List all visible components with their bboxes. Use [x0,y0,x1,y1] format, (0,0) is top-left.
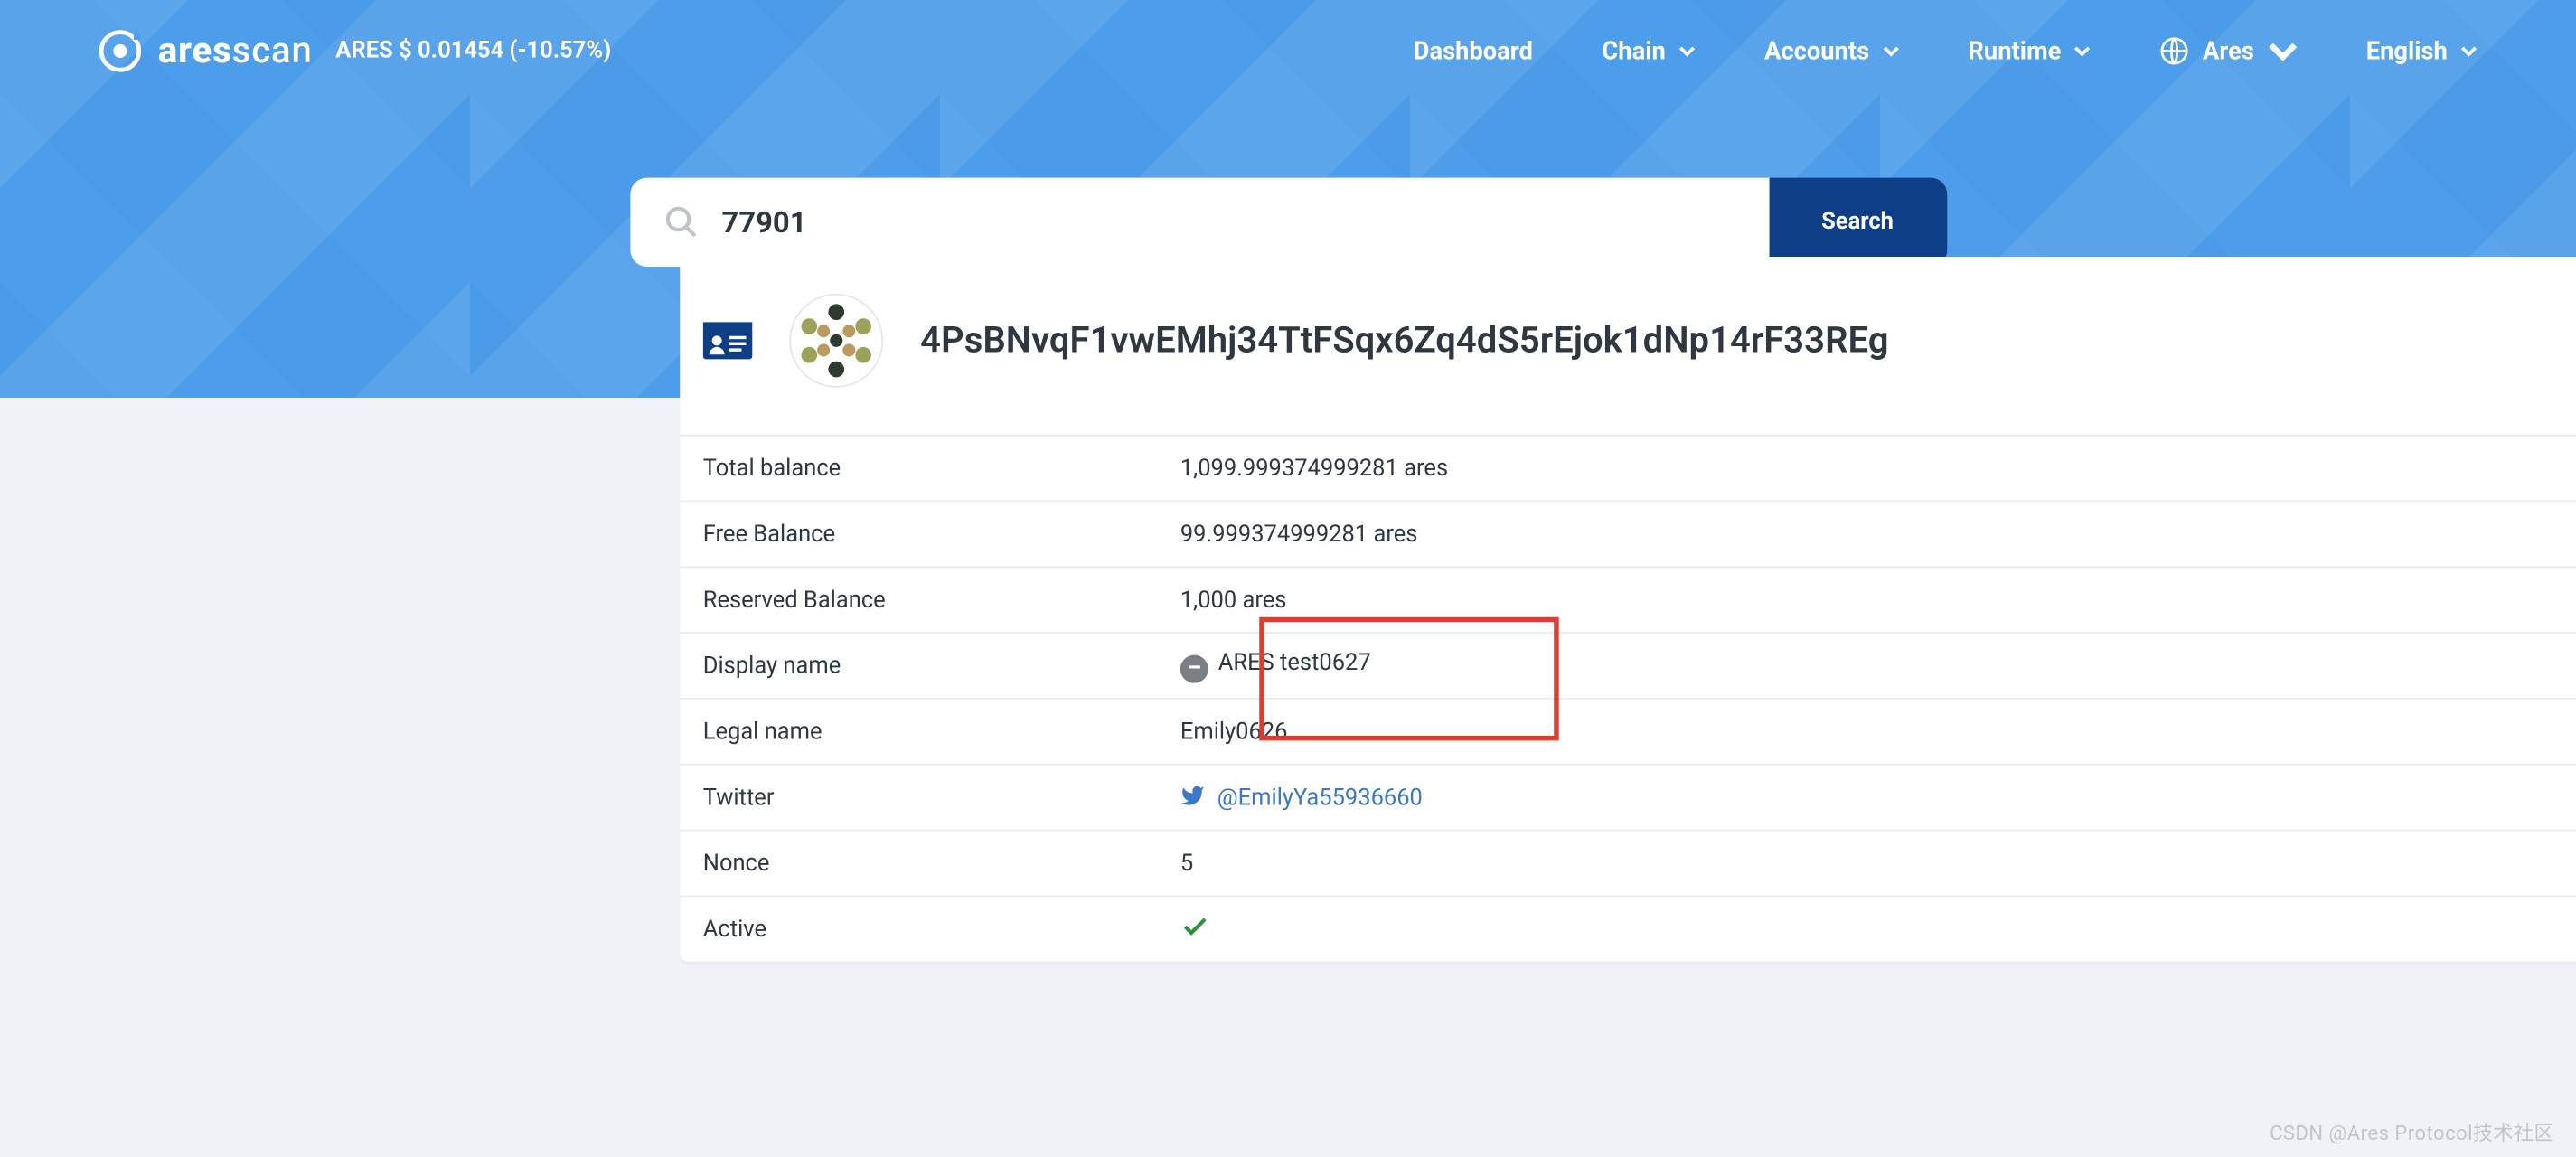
row-legal-name: Legal name Emily0626 [680,700,2576,766]
row-display-name: Display name –ARES test0627 [680,634,2576,700]
nav-chain[interactable]: Chain [1602,36,1695,66]
label-active: Active [702,916,1180,942]
chevron-down-icon [2074,42,2091,59]
minus-badge-icon: – [1180,654,1208,682]
row-free-balance: Free Balance 99.999374999281 ares [680,502,2576,568]
chevron-down-icon [2460,42,2477,59]
row-nonce: Nonce 5 [680,832,2576,898]
language-switcher[interactable]: English [2366,36,2477,66]
value-active [1180,911,1209,947]
row-active: Active [680,897,2576,963]
nav-dashboard[interactable]: Dashboard [1414,36,1533,66]
brand-logo[interactable]: aresscan [99,30,313,72]
twitter-link[interactable]: @EmilyYa55936660 [1217,785,1422,812]
ares-logo-icon [99,30,141,72]
value-nonce: 5 [1180,850,1192,876]
price-ticker: ARES $ 0.01454 (-10.57%) [335,38,611,64]
globe-icon [2160,36,2190,66]
check-icon [1180,911,1209,941]
language-label: English [2366,36,2448,66]
identicon-icon [788,293,884,389]
nav-runtime[interactable]: Runtime [1968,36,2091,66]
nav-runtime-label: Runtime [1968,36,2061,66]
label-reserved-balance: Reserved Balance [702,587,1180,613]
value-reserved-balance: 1,000 ares [1180,587,1286,613]
account-header: 4PsBNvqF1vwEMhj34TtFSqx6Zq4dS5rEjok1dNp1… [680,257,2576,435]
row-twitter: Twitter @EmilyYa55936660 [680,766,2576,832]
nav-chain-label: Chain [1602,36,1665,66]
search-box[interactable] [630,178,1769,267]
idcard-icon [702,321,752,361]
search-bar: Search [630,178,1947,267]
label-nonce: Nonce [702,850,1180,876]
network-label: Ares [2203,36,2254,66]
label-total-balance: Total balance [702,455,1180,481]
account-address[interactable]: 4PsBNvqF1vwEMhj34TtFSqx6Zq4dS5rEjok1dNp1… [920,320,1888,362]
account-details: Total balance 1,099.999374999281 ares Fr… [680,435,2576,964]
label-legal-name: Legal name [702,719,1180,745]
value-twitter: @EmilyYa55936660 [1180,784,1422,812]
search-input[interactable] [722,205,1736,240]
label-display-name: Display name [702,653,1180,679]
brand-text: aresscan [158,31,313,72]
network-switcher[interactable]: Ares [2160,36,2298,66]
value-free-balance: 99.999374999281 ares [1180,521,1417,547]
value-total-balance: 1,099.999374999281 ares [1180,455,1447,481]
chevron-down-icon [1678,42,1695,59]
account-card: 4PsBNvqF1vwEMhj34TtFSqx6Zq4dS5rEjok1dNp1… [680,257,2576,963]
twitter-icon [1180,784,1204,808]
chevron-down-icon [2267,36,2297,66]
watermark-text: CSDN @Ares Protocol技术社区 [2270,1117,2554,1146]
row-total-balance: Total balance 1,099.999374999281 ares [680,436,2576,502]
label-twitter: Twitter [702,785,1180,811]
search-button[interactable]: Search [1769,178,1947,267]
search-icon [663,204,699,240]
main-nav: Dashboard Chain Accounts Runtime Ares [1414,36,2477,66]
nav-accounts[interactable]: Accounts [1764,36,1899,66]
row-reserved-balance: Reserved Balance 1,000 ares [680,568,2576,634]
value-display-name: –ARES test0627 [1180,649,1370,682]
value-legal-name: Emily0626 [1180,719,1287,745]
top-bar: aresscan ARES $ 0.01454 (-10.57%) Dashbo… [0,0,2576,79]
label-free-balance: Free Balance [702,521,1180,547]
chevron-down-icon [1883,42,1899,59]
nav-accounts-label: Accounts [1764,36,1869,66]
